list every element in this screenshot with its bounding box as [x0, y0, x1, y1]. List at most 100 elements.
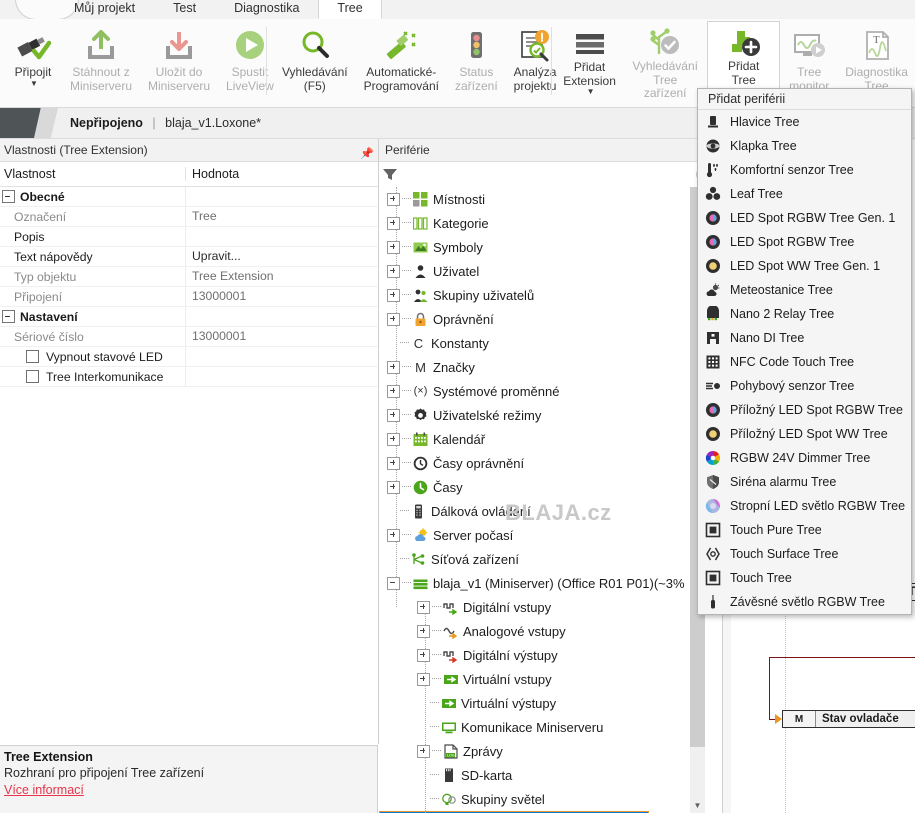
tree-item-kalendar[interactable]: Kalendář	[379, 427, 713, 451]
tree-item-virtualni-vstupy[interactable]: Virtuální vstupy	[379, 667, 713, 691]
property-row-pripojeni[interactable]: Připojení 13000001	[0, 287, 378, 307]
expand-toggle-icon[interactable]	[387, 384, 400, 398]
pin-icon[interactable]: 📌	[360, 143, 374, 160]
info-more-link[interactable]: Více informací	[4, 782, 373, 799]
menu-item-klapka-tree[interactable]: Klapka Tree	[698, 134, 911, 158]
expand-toggle-icon[interactable]	[387, 192, 400, 206]
canvas-block-stav-ovladace[interactable]: M Stav ovladače	[782, 710, 915, 728]
expand-toggle-icon[interactable]	[417, 672, 430, 686]
tree-item-zpravy[interactable]: LOG Zprávy	[379, 739, 713, 763]
menu-item-sirena-alarmu-tree[interactable]: Siréna alarmu Tree	[698, 470, 911, 494]
tree-item-server-pocasi[interactable]: Server počasí	[379, 523, 713, 547]
tree-item-uzivatel[interactable]: Uživatel	[379, 259, 713, 283]
expand-toggle-icon[interactable]	[417, 744, 430, 758]
expand-toggle-icon[interactable]	[387, 264, 400, 278]
tree-item-konstanty[interactable]: C Konstanty	[379, 331, 713, 355]
tree-item-virtualni-vystupy[interactable]: Virtuální výstupy	[379, 691, 713, 715]
menu-item-nano-2-relay-tree[interactable]: Nano 2 Relay Tree	[698, 302, 911, 326]
menu-item-meteostanice-tree[interactable]: Meteostanice Tree	[698, 278, 911, 302]
menu-item-led-spot-rgbw-tree-gen1[interactable]: LED Spot RGBW Tree Gen. 1	[698, 206, 911, 230]
tree-item-digitalni-vystupy[interactable]: Digitální výstupy	[379, 643, 713, 667]
scroll-down-arrow-icon[interactable]: ▼	[690, 798, 705, 813]
property-row-vypnout-stavove-led[interactable]: Vypnout stavové LED	[0, 347, 378, 367]
expand-toggle-icon[interactable]	[387, 528, 400, 542]
property-row-typ-objektu[interactable]: Typ objektu Tree Extension	[0, 267, 378, 287]
expand-toggle-icon[interactable]	[387, 216, 400, 230]
menu-item-leaf-tree[interactable]: Leaf Tree	[698, 182, 911, 206]
ribbon-button-ulozit-do-miniserveru[interactable]: Uložit do Miniserveru	[140, 21, 218, 97]
expand-toggle-icon[interactable]	[387, 432, 400, 446]
expand-toggle-icon[interactable]	[387, 240, 400, 254]
menu-item-prilozny-led-spot-ww-tree[interactable]: Příložný LED Spot WW Tree	[698, 422, 911, 446]
tree-item-sitova-zarizeni[interactable]: Síťová zařízení	[379, 547, 713, 571]
expand-toggle-icon[interactable]	[387, 408, 400, 422]
chevron-down-icon[interactable]: ▼	[587, 88, 595, 96]
ribbon-button-tree-monitor[interactable]: Tree monitor	[780, 21, 838, 97]
ribbon-button-pridat-extension[interactable]: Přidat Extension ▼	[556, 21, 623, 97]
tree-item-znacky[interactable]: M Značky	[379, 355, 713, 379]
collapse-toggle-icon[interactable]	[387, 576, 400, 590]
property-group-row[interactable]: Obecné	[0, 187, 378, 207]
expand-toggle-icon[interactable]	[417, 600, 430, 614]
expand-toggle-icon[interactable]	[387, 312, 400, 326]
ribbon-button-automaticke-programovani[interactable]: Automatické- Programování	[356, 21, 447, 97]
expand-toggle-icon[interactable]	[417, 648, 430, 662]
expand-toggle-icon[interactable]	[387, 288, 400, 302]
menu-item-pohybovy-senzor-tree[interactable]: Pohybový senzor Tree	[698, 374, 911, 398]
tab-tree[interactable]: Tree	[318, 0, 382, 19]
menu-item-hlavice-tree[interactable]: Hlavice Tree	[698, 110, 911, 134]
property-row-text-napovedy[interactable]: Text nápovědy Upravit...	[0, 247, 378, 267]
tree-item-uzivatelske-rezimy[interactable]: Uživatelské režimy	[379, 403, 713, 427]
menu-item-led-spot-ww-tree-gen1[interactable]: LED Spot WW Tree Gen. 1	[698, 254, 911, 278]
ribbon-button-vyhledavani-tree-zarizeni[interactable]: Vyhledávání Tree zařízení	[623, 21, 707, 100]
tree-item-casy[interactable]: Časy	[379, 475, 713, 499]
menu-item-nano-di-tree[interactable]: Nano DI Tree	[698, 326, 911, 350]
filter-funnel-icon[interactable]	[383, 168, 397, 181]
ribbon-button-spustit-liveview[interactable]: Spustit LiveView	[218, 21, 282, 97]
menu-item-touch-pure-tree[interactable]: Touch Pure Tree	[698, 518, 911, 542]
ribbon-button-status-zarizeni[interactable]: Status zařízení	[447, 21, 506, 97]
property-value[interactable]	[185, 227, 378, 246]
expand-toggle-icon[interactable]	[387, 360, 400, 374]
ribbon-button-stahnout-z-miniserveru[interactable]: Stáhnout z Miniserveru	[62, 21, 140, 97]
menu-item-prilozny-led-spot-rgbw-tree[interactable]: Příložný LED Spot RGBW Tree	[698, 398, 911, 422]
property-value[interactable]: Upravit...	[185, 247, 378, 266]
tab-muj-projekt[interactable]: Můj projekt	[55, 0, 154, 19]
menu-item-komfortni-senzor-tree[interactable]: Komfortní senzor Tree	[698, 158, 911, 182]
menu-item-zavesne-svetlo-rgbw-tree[interactable]: Závěsné světlo RGBW Tree	[698, 590, 911, 614]
tree-item-skupiny-uzivatelu[interactable]: Skupiny uživatelů	[379, 283, 713, 307]
tree-item-systemove-promenne[interactable]: (×) Systémové proměnné	[379, 379, 713, 403]
expand-toggle-icon[interactable]	[387, 456, 400, 470]
tab-test[interactable]: Test	[154, 0, 215, 19]
tree-item-digitalni-vstupy[interactable]: Digitální vstupy	[379, 595, 713, 619]
property-row-seriove-cislo[interactable]: Sériové číslo 13000001	[0, 327, 378, 347]
collapse-icon[interactable]	[2, 190, 15, 203]
expand-toggle-icon[interactable]	[417, 624, 430, 638]
property-row-popis[interactable]: Popis	[0, 227, 378, 247]
tree-item-kategorie[interactable]: Kategorie	[379, 211, 713, 235]
menu-item-stropni-led-svetlo-rgbw-tree[interactable]: Stropní LED světlo RGBW Tree	[698, 494, 911, 518]
tree-item-mistnosti[interactable]: Místnosti	[379, 187, 713, 211]
checkbox-tree-interkomunikace[interactable]	[26, 370, 39, 383]
tree-item-sd-karta[interactable]: SD-karta	[379, 763, 713, 787]
expand-toggle-icon[interactable]	[387, 480, 400, 494]
chevron-down-icon[interactable]: ▼	[30, 79, 38, 88]
tab-diagnostika[interactable]: Diagnostika	[215, 0, 318, 19]
menu-item-nfc-code-touch-tree[interactable]: NFC Code Touch Tree	[698, 350, 911, 374]
menu-item-led-spot-rgbw-tree[interactable]: LED Spot RGBW Tree	[698, 230, 911, 254]
property-row-oznaceni[interactable]: Označení Tree	[0, 207, 378, 227]
property-value[interactable]: Tree	[185, 207, 378, 226]
ribbon-button-vyhledavani-f5[interactable]: Vyhledávání (F5)	[274, 21, 356, 97]
tree-item-komunikace-miniserveru[interactable]: Komunikace Miniserveru	[379, 715, 713, 739]
tree-item-miniserver[interactable]: blaja_v1 (Miniserver) (Office R01 P01)(~…	[379, 571, 713, 595]
ribbon-button-diagnostika-tree[interactable]: T Diagnostika Tree	[838, 21, 915, 97]
property-row-tree-interkomunikace[interactable]: Tree Interkomunikace	[0, 367, 378, 387]
menu-item-touch-surface-tree[interactable]: Touch Surface Tree	[698, 542, 911, 566]
tree-item-analogove-vstupy[interactable]: Analogové vstupy	[379, 619, 713, 643]
tree-item-symboly[interactable]: Symboly	[379, 235, 713, 259]
collapse-icon[interactable]	[2, 310, 15, 323]
tree-filter-input[interactable]	[401, 165, 696, 184]
tree-item-casy-opravneni[interactable]: Časy oprávnění	[379, 451, 713, 475]
property-group-row-nastaveni[interactable]: Nastavení	[0, 307, 378, 327]
menu-item-touch-tree[interactable]: Touch Tree	[698, 566, 911, 590]
